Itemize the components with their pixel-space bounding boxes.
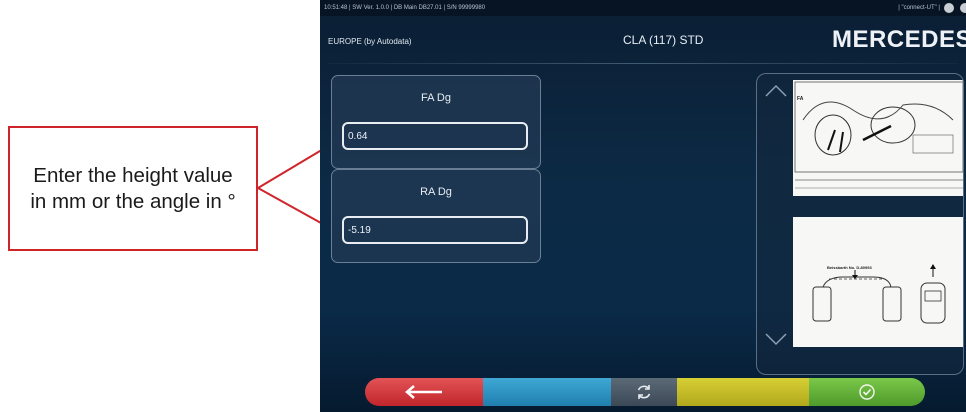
function-button-blue[interactable] <box>483 378 611 406</box>
vehicle-brand: MERCEDES <box>831 26 966 53</box>
suspension-photo: FA <box>793 80 963 196</box>
scroll-up-icon[interactable] <box>765 84 787 98</box>
confirm-button[interactable] <box>809 378 925 406</box>
callout-line-2: in mm or the angle in ° <box>30 189 236 213</box>
callout-text: Enter the height value in mm or the angl… <box>30 163 235 215</box>
refresh-button[interactable] <box>611 378 677 406</box>
user-icon[interactable] <box>960 3 966 13</box>
back-button[interactable] <box>365 378 483 406</box>
header-divider <box>328 63 958 64</box>
beissbarth-diagram: Beissbarth No. D-80993 <box>793 217 963 347</box>
ra-label: RA Dg <box>420 186 452 198</box>
diagram-fa-label: FA <box>797 96 804 102</box>
ra-value-input[interactable] <box>342 216 528 244</box>
vehicle-outline-icon <box>812 264 946 324</box>
status-info: 10:51:48 | SW Ver. 1.0.0 | DB Main DB27.… <box>324 5 486 11</box>
refresh-icon <box>637 385 651 399</box>
fa-param-card: FA Dg <box>331 75 541 169</box>
suspension-drawing-icon <box>794 81 963 189</box>
bottom-toolbar <box>365 376 925 408</box>
database-region: EUROPE (by Autodata) <box>328 37 412 46</box>
callout-line-1: Enter the height value <box>33 163 233 187</box>
fa-value-input[interactable] <box>342 122 528 150</box>
app-screen: 10:51:48 | SW Ver. 1.0.0 | DB Main DB27.… <box>320 0 966 412</box>
back-arrow-icon <box>405 385 442 399</box>
beissbarth-label: Beissbarth No. D-80993 <box>827 265 872 270</box>
connection-indicator-icon[interactable] <box>944 3 954 13</box>
ra-param-card: RA Dg <box>331 169 541 263</box>
check-icon <box>859 384 875 400</box>
fa-label: FA Dg <box>421 92 451 104</box>
annotation-callout: Enter the height value in mm or the angl… <box>8 126 258 251</box>
measurement-diagram-panel: FA Beissbarth No. D-80993 <box>756 73 964 375</box>
vehicle-header: EUROPE (by Autodata) CLA (117) STD MERCE… <box>320 16 966 66</box>
function-button-yellow[interactable] <box>677 378 809 406</box>
scroll-down-icon[interactable] <box>765 332 787 346</box>
connection-status: | "connect-UT" | <box>898 5 940 11</box>
vehicle-model: CLA (117) STD <box>623 33 704 47</box>
status-bar: 10:51:48 | SW Ver. 1.0.0 | DB Main DB27.… <box>320 0 966 16</box>
